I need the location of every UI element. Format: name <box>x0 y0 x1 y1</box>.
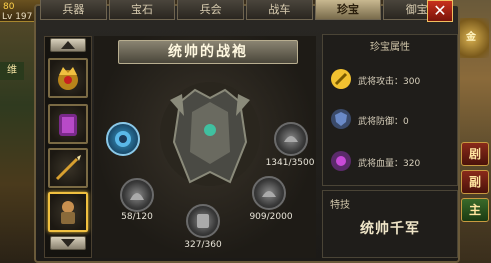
close-button[interactable]: ✕ <box>427 0 453 22</box>
right-lower-gem-progress: 909/2000 <box>249 212 293 222</box>
defense-label: 武将防御：0 <box>358 117 409 127</box>
right-upper-gem-progress: 1341/3500 <box>265 158 315 168</box>
left-lower-gem-progress: 58/120 <box>121 212 153 222</box>
gem-armor-icon <box>197 214 209 228</box>
battle-robe-icon <box>160 82 260 186</box>
attribute-row-attack: 武将攻击：300 <box>326 68 458 94</box>
player-level: Lv 197 <box>2 12 33 22</box>
attack-icon <box>331 69 351 89</box>
bottom-gem-slot[interactable] <box>186 204 220 238</box>
scroll-down-button[interactable] <box>50 236 86 250</box>
defense-icon <box>331 109 351 129</box>
tab-bar: 兵器 宝石 兵会 战车 珍宝 御宝 <box>40 0 451 22</box>
warrior-armor-icon <box>61 201 75 224</box>
hp-label: 武将血量：320 <box>358 159 421 169</box>
blue-bracer-icon <box>115 131 131 147</box>
hp-icon <box>331 151 351 171</box>
top-left-gem-slot[interactable] <box>106 122 140 156</box>
robe-icon <box>59 114 77 136</box>
tab-guild[interactable]: 兵会 <box>177 0 245 20</box>
bottom-gem-progress: 327/360 <box>184 240 222 250</box>
left-lower-gem-slot[interactable] <box>120 178 154 212</box>
gem-helmet-icon <box>130 193 144 200</box>
left-map-tag[interactable]: 维 <box>0 62 24 80</box>
treasure-slot-armor[interactable] <box>48 104 88 144</box>
attack-label: 武将攻击：300 <box>358 77 421 87</box>
treasure-slot-spear[interactable] <box>48 148 88 188</box>
attribute-row-hp: 武将血量：320 <box>326 150 458 176</box>
special-skill-name: 统帅千军 <box>360 221 420 237</box>
treasure-name-banner: 统帅的战袍 <box>118 40 298 64</box>
tab-chariot[interactable]: 战车 <box>246 0 313 20</box>
arrow-down-icon <box>61 239 75 247</box>
right-lower-gem-slot[interactable] <box>252 176 286 210</box>
attributes-title: 珍宝属性 <box>370 42 410 53</box>
crown-icon <box>58 67 78 90</box>
gem-helmet-icon <box>262 191 276 197</box>
special-skill-title: 特技 <box>330 200 350 211</box>
arrow-up-icon <box>61 41 75 49</box>
gem-helmet-icon <box>284 136 298 142</box>
main-button[interactable]: 主 <box>461 198 489 222</box>
tab-gem[interactable]: 宝石 <box>108 0 176 20</box>
tab-treasure[interactable]: 珍宝 <box>314 0 382 20</box>
scroll-up-button[interactable] <box>50 38 86 52</box>
story-button[interactable]: 剧 <box>461 142 489 166</box>
treasure-slot-battle-robe[interactable] <box>48 192 88 232</box>
dungeon-button[interactable]: 副 <box>461 170 489 194</box>
tab-weapon[interactable]: 兵器 <box>40 0 107 20</box>
attribute-row-defense: 武将防御：0 <box>326 108 458 134</box>
right-upper-gem-slot[interactable] <box>274 122 308 156</box>
treasure-slot-crown[interactable] <box>48 58 88 98</box>
spear-icon <box>55 155 81 181</box>
